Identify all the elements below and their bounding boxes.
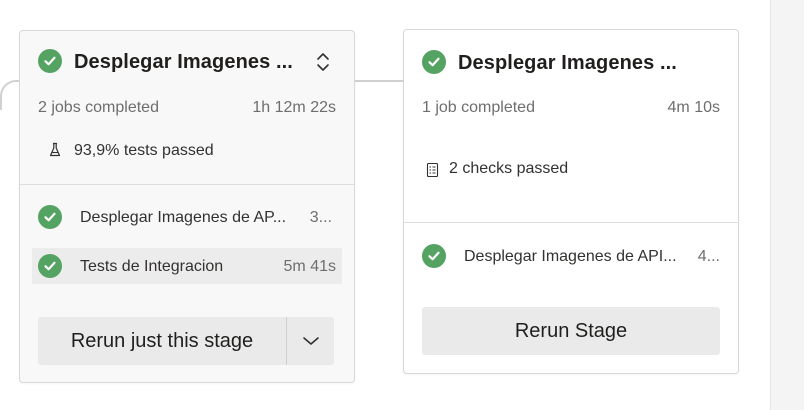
jobs-summary: 1 job completed bbox=[422, 99, 535, 116]
stage-title: Desplegar Imagenes ... bbox=[458, 52, 677, 74]
job-name[interactable]: Tests de Integracion bbox=[80, 258, 223, 276]
card-divider bbox=[404, 222, 738, 223]
stage-duration: 1h 12m 22s bbox=[252, 99, 336, 116]
flask-icon bbox=[48, 141, 62, 159]
stage-connector-link bbox=[354, 80, 404, 82]
rerun-stage-button[interactable]: Rerun Stage bbox=[422, 307, 720, 355]
chevron-down-icon bbox=[302, 337, 319, 345]
job-name[interactable]: Desplegar Imagenes de AP... bbox=[80, 209, 286, 227]
stage-duration: 4m 10s bbox=[667, 99, 720, 116]
stage-card-2[interactable]: Desplegar Imagenes ... 1 job completed 4… bbox=[403, 29, 739, 374]
success-check-icon bbox=[38, 254, 62, 278]
expand-collapse-icon[interactable] bbox=[312, 50, 334, 74]
card-divider bbox=[20, 184, 354, 185]
success-check-icon bbox=[38, 49, 62, 73]
right-panel-edge bbox=[770, 0, 804, 410]
success-check-icon bbox=[422, 244, 446, 268]
checklist-icon bbox=[424, 161, 440, 179]
stage-card-1[interactable]: Desplegar Imagenes ... 2 jobs completed … bbox=[19, 30, 355, 383]
success-check-icon bbox=[422, 50, 446, 74]
stage-title: Desplegar Imagenes ... bbox=[74, 51, 293, 73]
checks-passed-text: 2 checks passed bbox=[449, 160, 569, 177]
job-time: 3... bbox=[309, 209, 332, 226]
jobs-summary: 2 jobs completed bbox=[38, 99, 159, 116]
tests-passed-text: 93,9% tests passed bbox=[74, 142, 214, 159]
job-name[interactable]: Desplegar Imagenes de API... bbox=[464, 248, 677, 266]
rerun-stage-button[interactable]: Rerun just this stage bbox=[38, 317, 286, 365]
success-check-icon bbox=[38, 205, 62, 229]
job-time: 4... bbox=[697, 248, 720, 265]
rerun-options-dropdown[interactable] bbox=[286, 317, 334, 365]
job-time: 5m 41s bbox=[283, 258, 336, 275]
